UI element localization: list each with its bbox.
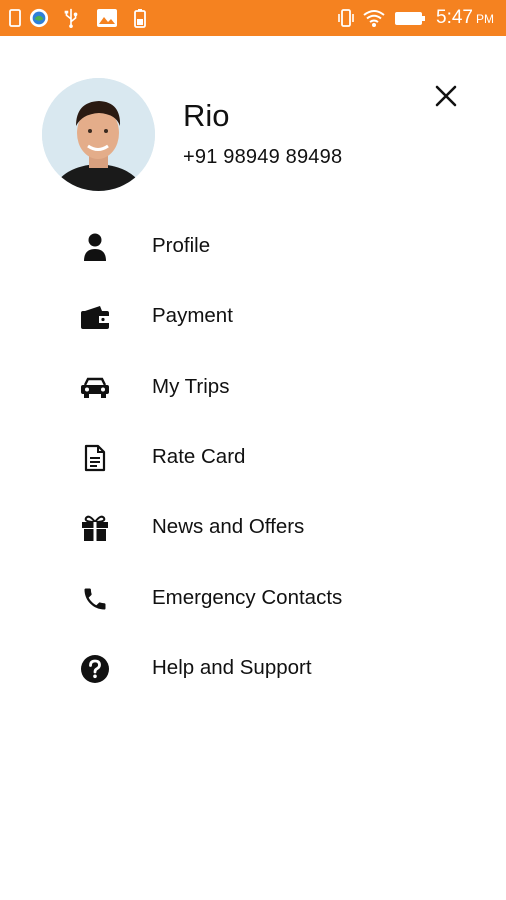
gallery-icon: [97, 9, 117, 27]
menu-item-label: Help and Support: [152, 656, 312, 679]
close-icon[interactable]: [430, 80, 462, 112]
menu-item-profile[interactable]: Profile: [0, 212, 506, 282]
profile-phone: +91 98949 89498: [183, 146, 343, 168]
menu-item-help-and-support[interactable]: Help and Support: [0, 634, 506, 704]
vibrate-icon: [338, 9, 354, 27]
battery-saver-icon: [134, 9, 146, 28]
phone-icon: [78, 584, 112, 614]
avatar[interactable]: [42, 78, 155, 191]
person-icon: [78, 232, 112, 262]
clock-ampm: PM: [476, 12, 494, 26]
menu-item-emergency-contacts[interactable]: Emergency Contacts: [0, 564, 506, 634]
menu-item-label: My Trips: [152, 375, 230, 398]
clock-time: 5:47: [436, 7, 473, 28]
menu-item-label: Emergency Contacts: [152, 586, 343, 609]
wallet-icon: [78, 302, 112, 332]
menu-item-label: Payment: [152, 304, 233, 327]
menu-item-payment[interactable]: Payment: [0, 282, 506, 352]
avatar-photo: [42, 78, 155, 191]
car-icon: [78, 373, 112, 403]
browser-icon: [29, 8, 49, 28]
profile-name: Rio: [183, 98, 230, 133]
menu-item-label: News and Offers: [152, 515, 305, 538]
battery-icon: [395, 12, 425, 25]
menu-item-rate-card[interactable]: Rate Card: [0, 423, 506, 493]
menu-item-my-trips[interactable]: My Trips: [0, 353, 506, 423]
menu-item-label: Profile: [152, 234, 211, 257]
gift-icon: [78, 513, 112, 543]
notification-icon: [9, 9, 21, 27]
status-bar: 5:47 PM: [0, 0, 506, 36]
menu-item-news-and-offers[interactable]: News and Offers: [0, 493, 506, 563]
clock: 5:47 PM: [436, 7, 494, 29]
wifi-icon: [363, 10, 385, 27]
document-icon: [78, 443, 112, 473]
help-icon: [78, 654, 112, 684]
menu-item-label: Rate Card: [152, 445, 246, 468]
usb-icon: [64, 8, 78, 28]
